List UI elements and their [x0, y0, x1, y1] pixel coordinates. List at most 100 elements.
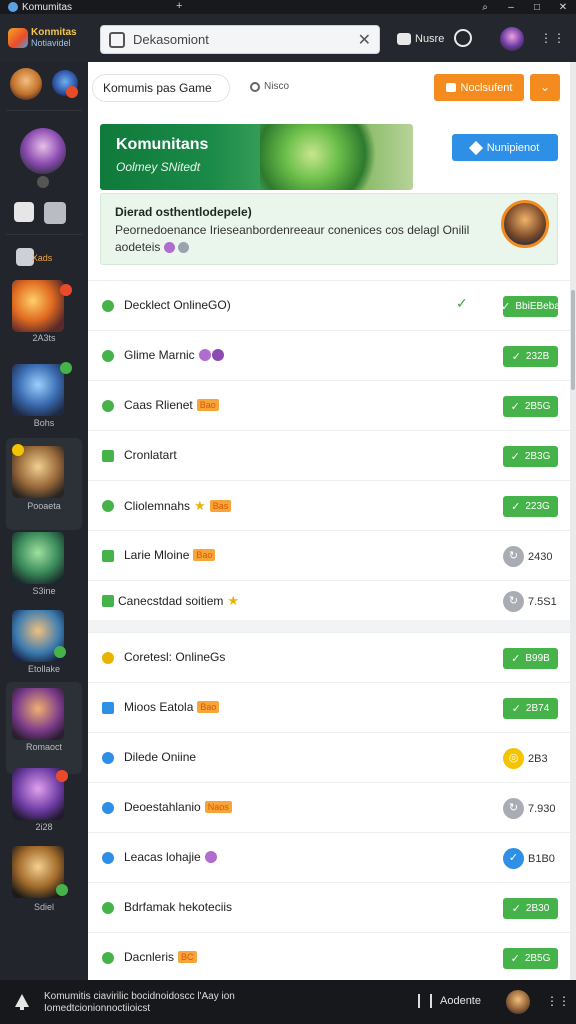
info-line2: aodeteis — [115, 240, 161, 254]
gem-icon — [164, 241, 176, 253]
list-item[interactable]: Leacas lohajie ✓ B1B0 — [88, 832, 570, 882]
info-icon — [178, 241, 190, 253]
status-circle[interactable]: ↻ 2430 — [503, 545, 563, 568]
status-pill[interactable]: ✓ 232B — [503, 346, 558, 367]
list-item[interactable]: Cliolemnahs ★ Bas ✓ 223G — [88, 480, 570, 530]
status-icon — [102, 350, 114, 362]
list-item[interactable]: Bdrfamak hekoteciis ✓ 2B30 — [88, 882, 570, 932]
list-item[interactable]: Dilede Oniine ◎ 2B3 — [88, 732, 570, 782]
main-panel: Komumis pas Game Nisco Noclsufent ⌄ Komu… — [88, 62, 570, 980]
filter-label: Nisco — [264, 81, 290, 92]
game-thumb[interactable] — [12, 280, 64, 332]
status-pill[interactable]: ✓ 2B5G — [503, 948, 558, 969]
tag-badge: Bas — [209, 500, 232, 512]
status-circle[interactable]: ↻ 7.5S1 — [503, 590, 563, 613]
minimize-button[interactable]: – — [498, 2, 524, 13]
close-button[interactable]: ✕ — [550, 2, 576, 13]
sidebar-item-label: Xads — [31, 253, 53, 263]
list-item[interactable]: Dacnleris BC ✓ 2B5G — [88, 932, 570, 982]
list-item[interactable]: Mioos Eatola Bao ✓ 2B74 — [88, 682, 570, 732]
info-card: Dierad osthentlodepele) Peornedoenance I… — [100, 193, 558, 265]
list-item[interactable]: Coretesl: OnlineGs ✓ B99B — [88, 632, 570, 682]
hero-portrait[interactable] — [501, 200, 549, 248]
status-circle[interactable]: ◎ 2B3 — [503, 747, 563, 770]
logo-line2: Notiavidel — [31, 38, 71, 48]
tag-badge: Bao — [197, 701, 220, 713]
list-item[interactable]: Decklect OnlineGO) ✓ ✓ BbiEBeba — [88, 280, 570, 330]
footer-text: Komumitis ciavirilic bocidnoidoscc l'Aay… — [44, 991, 235, 1015]
footer-line1: Komumitis ciavirilic bocidnoidoscc l'Aay… — [44, 991, 235, 1002]
new-tab-button[interactable]: + — [176, 0, 182, 12]
more-menu-icon[interactable]: ⋮⋮ — [540, 31, 566, 45]
footer-settings-button[interactable]: Aodente — [418, 994, 481, 1008]
window-title: Komumitas — [22, 1, 73, 13]
list-item[interactable]: Deoestahlanio Naos ↻ 7.930 — [88, 782, 570, 832]
badge-dot — [12, 444, 24, 456]
top-header: Konmitas Notiavidel ✕ Nusre ⋮⋮ — [0, 14, 576, 62]
dropdown-button[interactable]: ⌄ — [530, 74, 560, 101]
logo-mark-icon — [8, 28, 28, 48]
bell-icon[interactable] — [12, 992, 32, 1012]
item-name-wrap: Mioos Eatola Bao — [124, 700, 220, 714]
search-input[interactable] — [133, 32, 358, 47]
sidebar-item-label: 2i28 — [35, 822, 53, 832]
search-icon[interactable]: ⌕ — [472, 2, 498, 13]
status-pill[interactable]: ✓ 223G — [503, 496, 558, 517]
gamepad-icon — [397, 33, 411, 45]
info-line2-row: aodeteis — [115, 240, 190, 254]
notification-badge — [66, 86, 78, 98]
list-item[interactable]: Cronlatart ✓ 2B3G — [88, 430, 570, 480]
scrollbar-track[interactable] — [570, 62, 576, 980]
community-banner[interactable]: Komunitans Oolmey SNitedt — [100, 124, 413, 190]
list-item[interactable]: Caas Rlienet Bao ✓ 2B5G — [88, 380, 570, 430]
primary-action-label: Noclsufent — [460, 81, 513, 94]
footer-avatar[interactable] — [506, 990, 530, 1014]
gem-icon — [198, 349, 211, 361]
user-avatar[interactable] — [500, 27, 524, 51]
banner-art — [260, 124, 390, 190]
app-icon — [8, 2, 18, 12]
badge-dot — [54, 646, 66, 658]
status-circle[interactable]: ↻ 7.930 — [503, 797, 563, 820]
status-circle[interactable]: ✓ B1B0 — [503, 847, 563, 870]
app-logo[interactable]: Konmitas Notiavidel — [8, 24, 84, 52]
primary-action-button[interactable]: Noclsufent — [434, 74, 524, 101]
tag-badge: BC — [178, 951, 197, 963]
sidebar-item-label: Romaoct — [25, 742, 62, 752]
controller-icon[interactable] — [14, 202, 34, 222]
search-bar[interactable]: ✕ — [100, 25, 380, 54]
game-thumb[interactable] — [12, 364, 64, 416]
status-icon — [102, 852, 114, 864]
game-thumb[interactable] — [12, 532, 64, 584]
item-name-wrap: Leacas lohajie — [124, 850, 217, 864]
list-item[interactable]: Canecstdad soitiem ★ ↻ 7.5S1 — [88, 580, 570, 620]
badge-dot — [60, 284, 72, 296]
status-pill[interactable]: ✓ 2B74 — [503, 698, 558, 719]
gem-icon — [204, 851, 217, 863]
pin-icon — [468, 140, 483, 155]
scrollbar-thumb[interactable] — [571, 290, 575, 390]
badge-dot — [60, 362, 72, 374]
list-item[interactable]: Larie Mloine Bao ↻ 2430 — [88, 530, 570, 580]
game-thumb[interactable] — [12, 688, 64, 740]
filter-toggle[interactable]: Nisco — [250, 81, 289, 92]
game-button[interactable]: Nusre — [397, 33, 444, 45]
status-dot — [37, 176, 49, 188]
clear-search-icon[interactable]: ✕ — [358, 30, 371, 50]
search-circle-icon[interactable] — [454, 29, 472, 47]
status-pill[interactable]: ✓ BbiEBeba — [501, 296, 560, 317]
list-item[interactable]: Glime Marnic ✓ 232B — [88, 330, 570, 380]
status-pill[interactable]: ✓ 2B30 — [503, 898, 558, 919]
profile-avatar[interactable] — [10, 68, 42, 100]
footer-more-icon[interactable]: ⋮⋮ — [546, 994, 570, 1008]
status-pill[interactable]: ✓ 2B3G — [503, 446, 558, 467]
status-icon — [102, 752, 114, 764]
featured-avatar[interactable] — [20, 128, 66, 174]
join-button[interactable]: Nunipienot — [452, 134, 558, 161]
community-chip[interactable]: Komumis pas Game — [92, 74, 230, 102]
status-pill[interactable]: ✓ B99B — [503, 648, 558, 669]
item-name-wrap: Cliolemnahs ★ Bas — [124, 498, 232, 514]
settings-gear-icon[interactable] — [44, 202, 66, 224]
status-pill[interactable]: ✓ 2B5G — [503, 396, 558, 417]
maximize-button[interactable]: □ — [524, 2, 550, 13]
